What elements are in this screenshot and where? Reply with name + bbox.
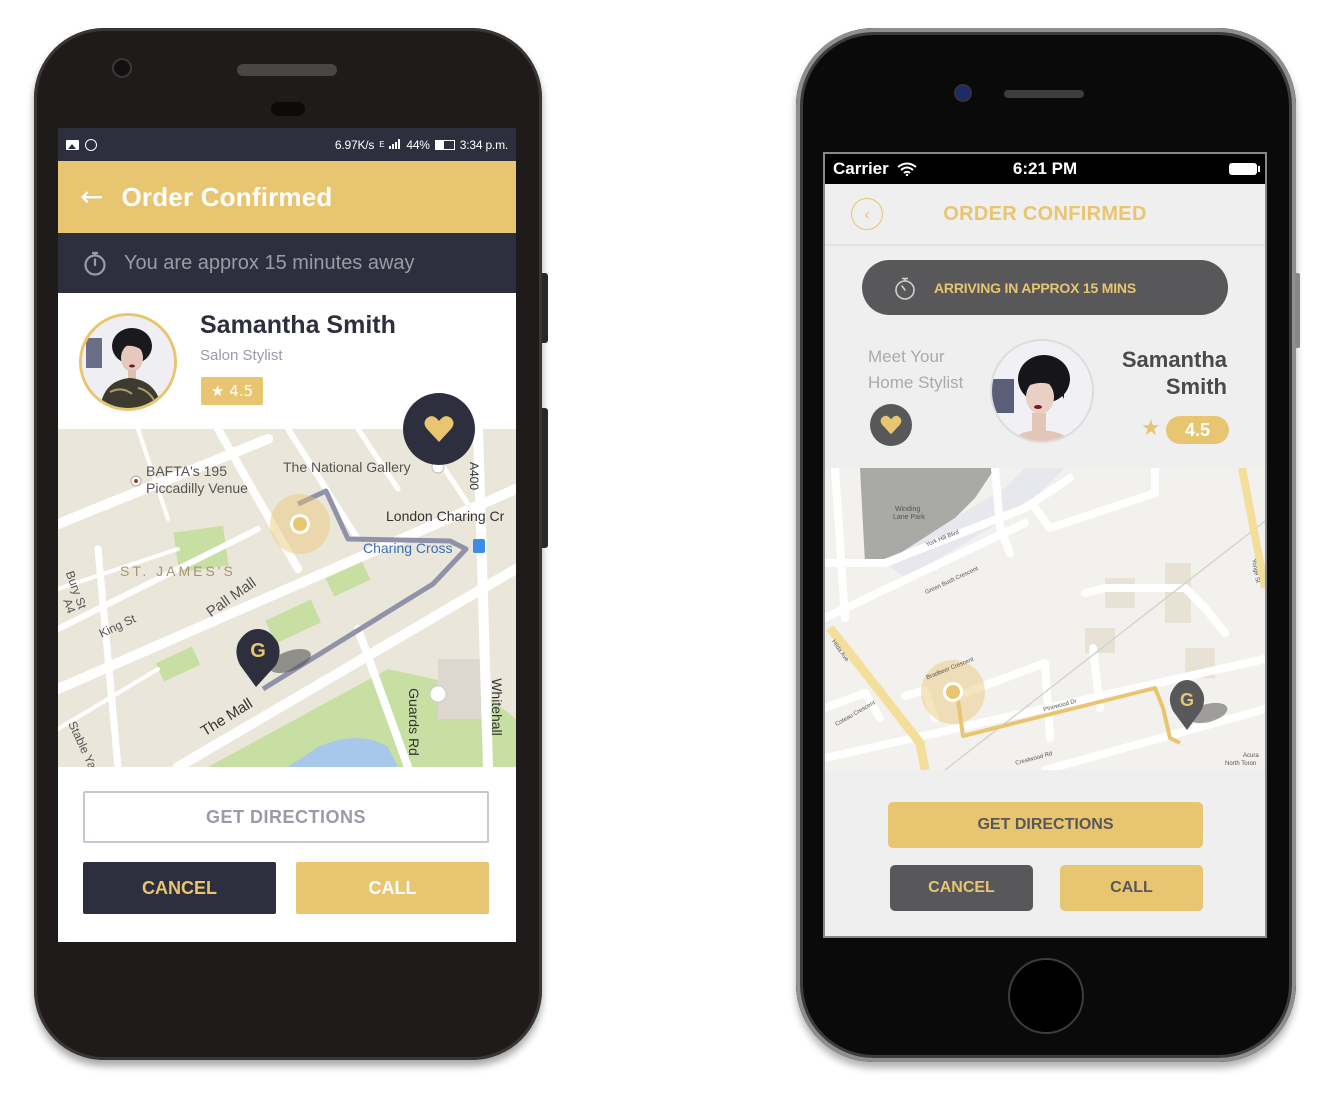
iphone: Carrier 6:21 PM ‹ ORDER CONFIRMED ARRIVI… [796,28,1300,1062]
map-label: The National Gallery [283,459,411,475]
wifi-icon [897,162,917,176]
front-camera [956,86,970,100]
map-tiles: G [58,429,516,767]
map-label: Winding [895,506,921,513]
whatsapp-notification-icon [85,138,97,151]
stylist-name: Samantha Smith [1122,346,1227,400]
map-label: Piccadilly Venue [146,480,248,496]
android-screen: 6.97K/s E 44% 3:34 p.m. ← Order Confirme… [58,128,516,942]
chevron-left-icon[interactable]: ‹ [851,198,883,230]
app-header: ← Order Confirmed [58,161,516,233]
map-label: Whitehall [488,678,505,736]
map-tiles: G [825,468,1265,770]
map-label: London Charing Cr [386,508,505,524]
earpiece [237,64,337,76]
signal-icon [389,138,401,152]
status-bar: Carrier 6:21 PM [825,154,1265,184]
front-camera [114,60,130,76]
stylist-name: Samantha Smith [200,311,396,339]
cancel-button[interactable]: CANCEL [890,865,1033,911]
cancel-button[interactable]: CANCEL [83,862,276,914]
page-title: Order Confirmed [121,181,333,212]
map-label: Charing Cross [363,540,453,556]
rating-badge: 4.5 [1166,416,1229,444]
get-directions-button[interactable]: GET DIRECTIONS [888,802,1203,848]
power-button [1295,273,1300,348]
battery-percent: 44% [406,137,430,152]
map-label: North Toron [1225,761,1257,767]
stylist-role: Salon Stylist [200,347,283,364]
map[interactable]: G BAFTA's 195 Piccadilly Venue The Natio… [58,429,516,767]
map-label: Acura [1243,753,1259,759]
rating-value: 4.5 [229,382,254,400]
map-label: ST. JAMES'S [120,563,236,579]
heart-icon [424,416,454,442]
clock: 3:34 p.m. [459,137,508,152]
favorite-button[interactable] [870,404,912,446]
eta-text: ARRIVING IN APPROX 15 MINS [934,279,1136,296]
action-area: GET DIRECTIONS CANCEL CALL [58,767,516,942]
arrow-left-icon[interactable]: ← [80,183,103,211]
stylist-card: Samantha Smith Salon Stylist ★ 4.5 [58,293,516,465]
home-button[interactable] [1008,958,1084,1034]
eta-text: You are approx 15 minutes away [124,251,415,274]
network-speed: 6.97K/s [334,137,375,152]
star-icon: ★ [210,382,225,400]
page-title: ORDER CONFIRMED [943,202,1147,225]
stylist-last-name: Smith [1165,374,1227,399]
eta-banner: ARRIVING IN APPROX 15 MINS [862,260,1228,315]
carrier-name: Carrier [833,159,889,178]
map-label: Guards Rd [405,688,422,756]
stopwatch-icon [895,277,915,300]
app-header: ‹ ORDER CONFIRMED [825,184,1265,246]
volume-button [542,408,548,548]
stopwatch-icon [84,251,106,276]
earpiece [1004,90,1084,98]
map-label: A400 [467,461,482,491]
intro-line: Home Stylist [868,373,964,392]
call-button[interactable]: CALL [1060,865,1203,911]
svg-text:G: G [1180,690,1194,710]
map-label: Lane Park [893,514,925,521]
call-button[interactable]: CALL [296,862,489,914]
get-directions-button[interactable]: GET DIRECTIONS [83,791,489,843]
rating-badge: ★ 4.5 [201,377,263,405]
eta-banner: You are approx 15 minutes away [58,233,516,293]
battery-icon [434,139,455,150]
battery-icon [1229,163,1260,175]
map-label: BAFTA's 195 [146,463,227,479]
star-icon: ★ [1141,416,1161,441]
intro-line: Meet Your [868,347,945,366]
proximity-sensor [271,102,305,116]
map[interactable]: G Winding Lane Park York Hill Blvd Green… [825,468,1265,770]
gallery-notification-icon [66,139,79,150]
avatar [79,313,177,411]
favorite-button[interactable] [403,393,475,465]
intro-text: Meet Your Home Stylist [868,344,963,396]
power-button [542,273,548,343]
stylist-first-name: Samantha [1121,347,1227,372]
android-phone: 6.97K/s E 44% 3:34 p.m. ← Order Confirme… [34,28,548,1060]
svg-text:G: G [250,640,266,662]
heart-icon [880,415,902,435]
avatar [990,339,1094,443]
iphone-screen: Carrier 6:21 PM ‹ ORDER CONFIRMED ARRIVI… [823,152,1267,938]
network-type: E [379,140,385,149]
status-bar: 6.97K/s E 44% 3:34 p.m. [58,128,516,161]
